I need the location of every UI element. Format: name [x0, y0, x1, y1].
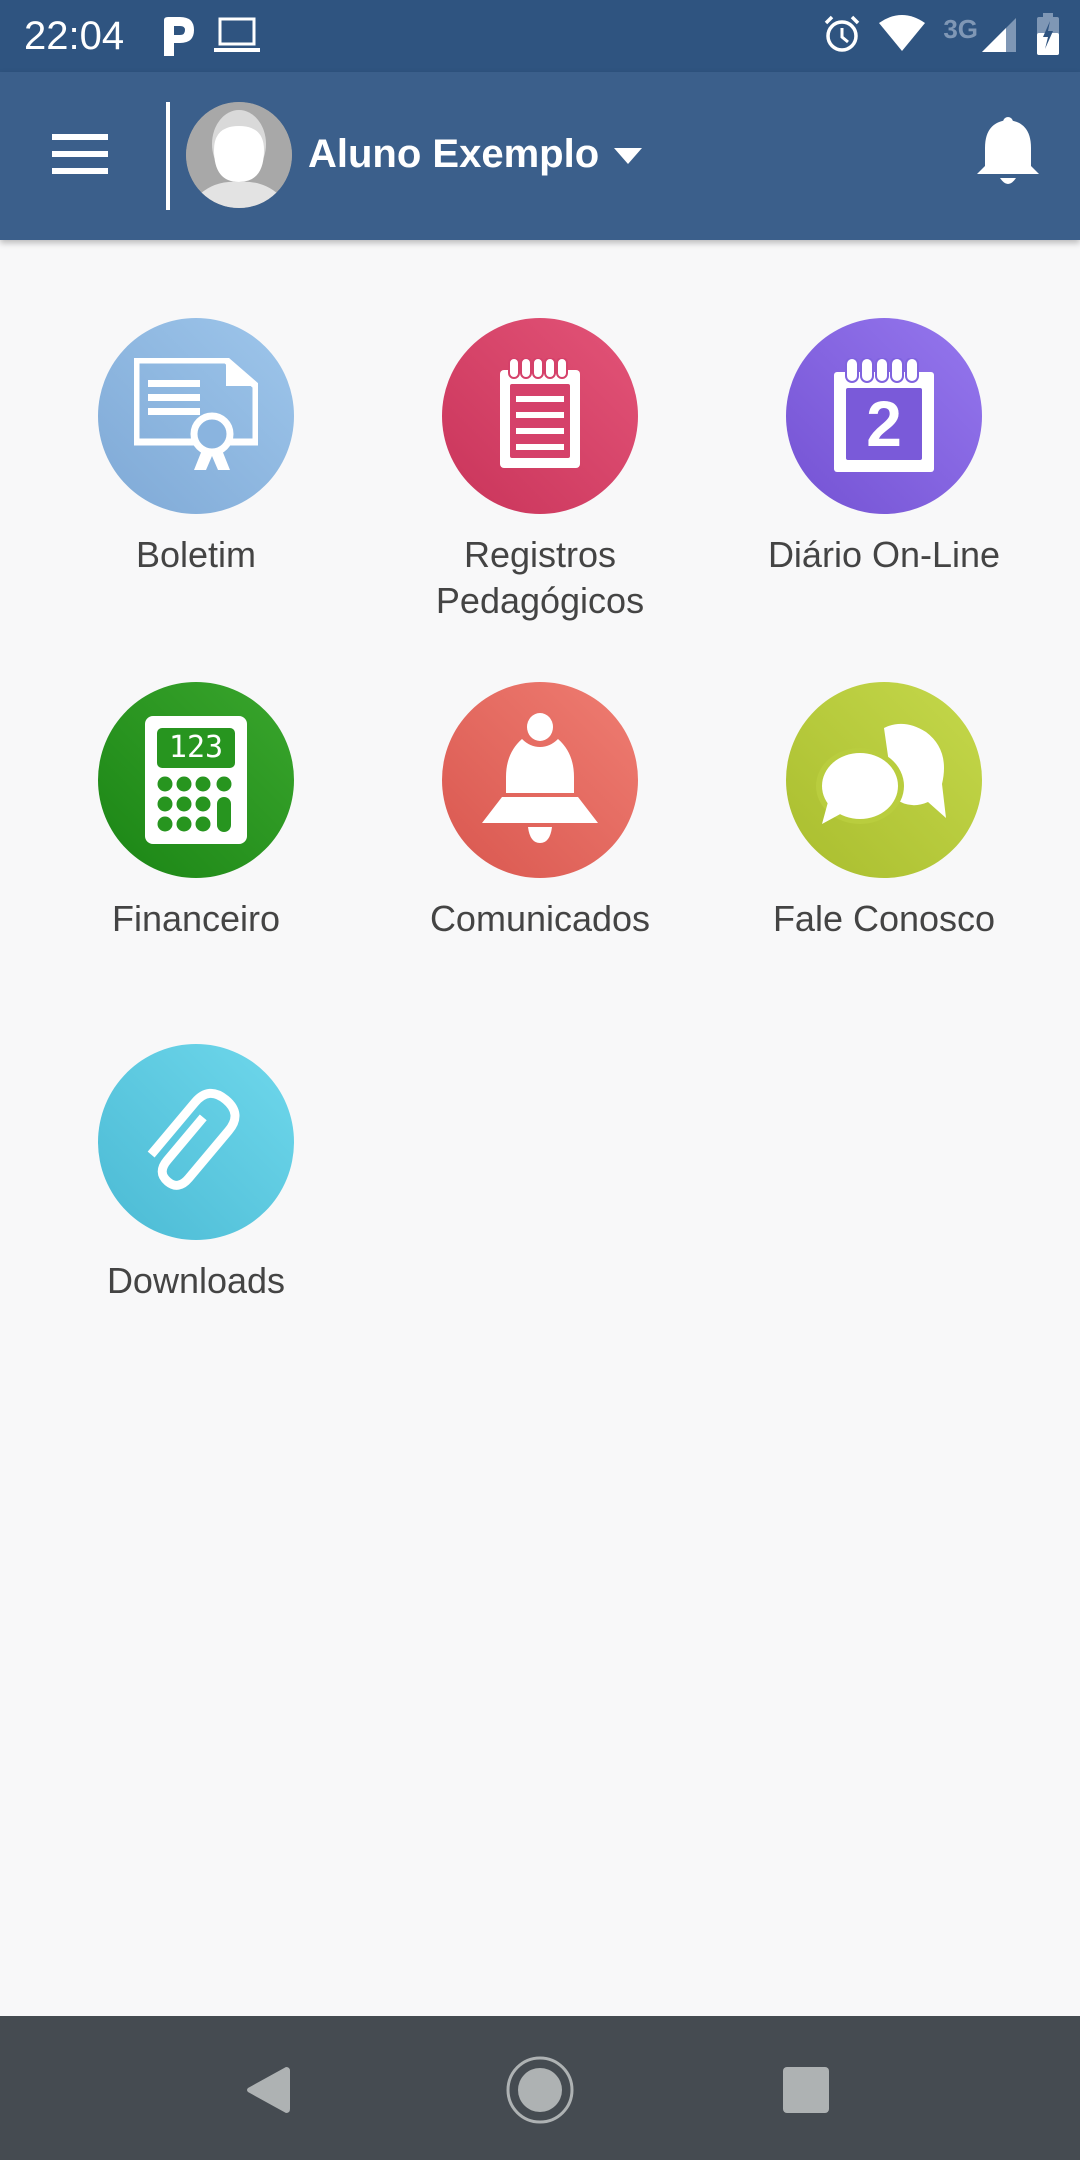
battery-charging-icon [1036, 12, 1060, 60]
tile-financeiro-label: Financeiro [111, 898, 281, 939]
laptop-icon [214, 16, 260, 59]
app-bar: Aluno Exemplo [0, 72, 1080, 240]
tile-boletim-label: Boletim [135, 534, 257, 575]
recents-icon [783, 2066, 829, 2118]
avatar[interactable] [186, 102, 292, 208]
chevron-down-icon[interactable] [614, 148, 642, 169]
chat-bubbles-icon [814, 722, 954, 839]
tile-diario-online[interactable]: 2 Diário On-Line [734, 318, 1034, 578]
certificate-icon [132, 356, 260, 475]
network-type-label: 3G [943, 13, 978, 44]
tile-downloads[interactable]: Downloads [46, 1044, 346, 1304]
notepad-icon [498, 356, 582, 475]
tile-downloads-circle [98, 1044, 294, 1240]
tile-registros-pedagogicos[interactable]: Registros Pedagógicos [390, 318, 690, 624]
home-button[interactable] [500, 2052, 580, 2132]
home-icon [505, 2055, 575, 2130]
recents-button[interactable] [766, 2052, 846, 2132]
tile-comunicados-circle [442, 682, 638, 878]
signal-icon [982, 16, 1018, 57]
back-icon [246, 2065, 290, 2120]
notifications-button[interactable] [968, 116, 1048, 196]
paperclip-icon [131, 1082, 261, 1203]
tile-financeiro[interactable]: 123 Financeiro [46, 682, 346, 942]
system-nav-bar [0, 2016, 1080, 2160]
tile-comunicados[interactable]: Comunicados [390, 682, 690, 942]
tile-downloads-label: Downloads [106, 1260, 286, 1301]
bell-icon [977, 116, 1039, 197]
back-button[interactable] [228, 2052, 308, 2132]
status-time: 22:04 [24, 14, 125, 58]
tile-boletim[interactable]: Boletim [46, 318, 346, 578]
tile-fale-conosco[interactable]: Fale Conosco [734, 682, 1034, 942]
app-bar-divider [166, 102, 170, 210]
bell-icon [476, 712, 604, 848]
tile-registros-label: Registros Pedagógicos [435, 534, 645, 621]
alarm-icon [823, 14, 861, 59]
calculator-display: 123 [168, 730, 224, 765]
tile-registros-circle [442, 318, 638, 514]
calendar-number: 2 [866, 388, 902, 460]
tile-comunicados-label: Comunicados [429, 898, 651, 939]
calendar-icon: 2 [832, 358, 936, 474]
tile-fale-conosco-circle [786, 682, 982, 878]
tile-boletim-circle [98, 318, 294, 514]
tile-fale-conosco-label: Fale Conosco [772, 898, 996, 939]
hamburger-menu-icon [52, 133, 108, 179]
wifi-icon [879, 14, 926, 58]
tile-diario-label: Diário On-Line [767, 534, 1001, 575]
parking-p-icon [160, 16, 196, 61]
tile-financeiro-circle: 123 [98, 682, 294, 878]
status-bar: 22:04 3G [0, 0, 1080, 72]
menu-button[interactable] [44, 120, 116, 192]
profile-name[interactable]: Aluno Exemplo [308, 128, 599, 180]
calculator-icon: 123 [145, 716, 247, 844]
tile-diario-circle: 2 [786, 318, 982, 514]
